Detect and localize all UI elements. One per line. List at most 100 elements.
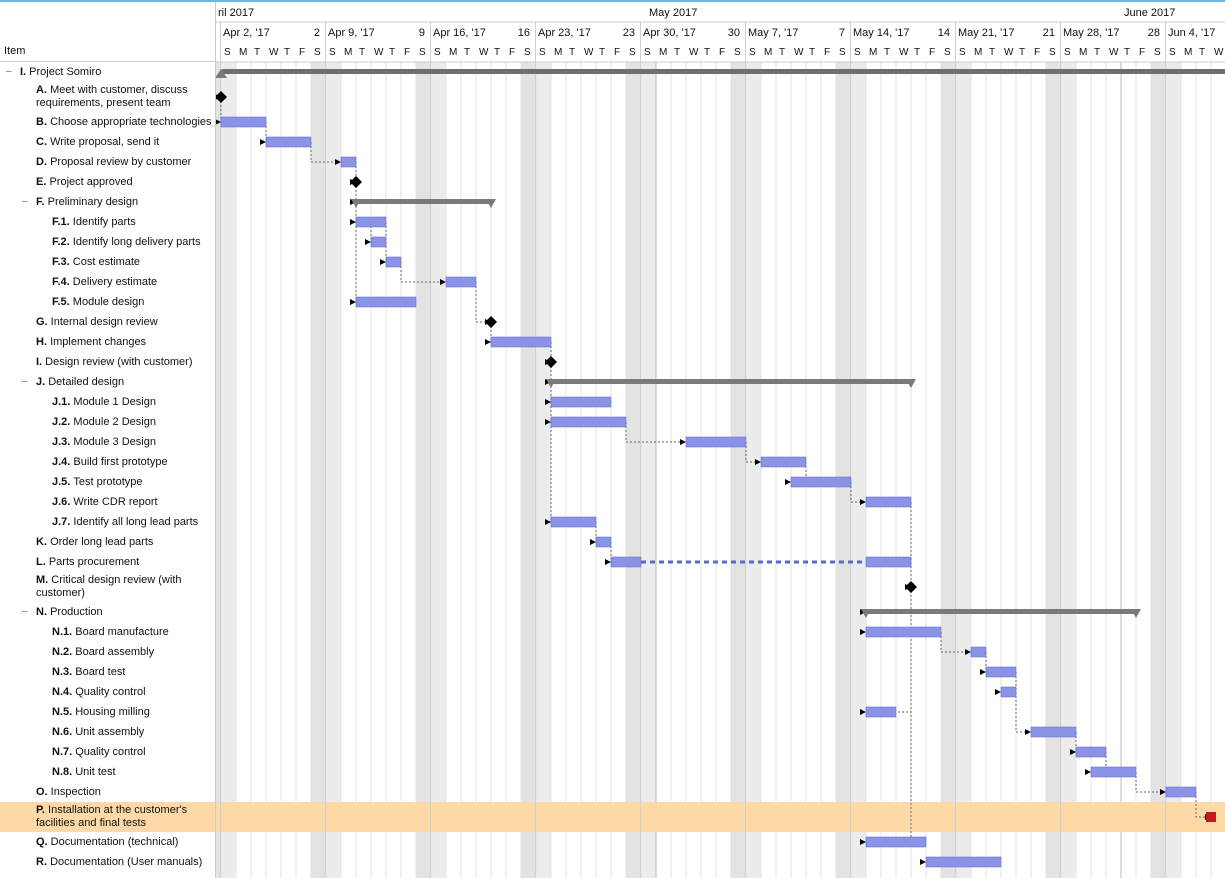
day-letter: F — [1034, 47, 1040, 58]
task-row[interactable]: F.3. Cost estimate — [0, 252, 215, 272]
week-number: 9 — [419, 27, 425, 39]
task-row[interactable]: A. Meet with customer, discuss requireme… — [0, 82, 215, 112]
week-label: May 21, '17 — [958, 27, 1015, 39]
task-text: Identify parts — [73, 216, 136, 228]
task-label: F.4. Delivery estimate — [52, 276, 157, 288]
task-row[interactable]: J.5. Test prototype — [0, 472, 215, 492]
task-row[interactable]: N.1. Board manufacture — [0, 622, 215, 642]
week-number: 30 — [728, 27, 740, 39]
task-prefix: J.1. — [52, 396, 73, 408]
task-text: Production — [50, 606, 103, 618]
day-letter: S — [524, 47, 531, 58]
task-label: N.3. Board test — [52, 666, 125, 678]
task-row[interactable]: G. Internal design review — [0, 312, 215, 332]
day-letter: M — [554, 47, 562, 58]
day-letter: W — [794, 47, 804, 58]
task-label: J.3. Module 3 Design — [52, 436, 156, 448]
task-row[interactable]: J.1. Module 1 Design — [0, 392, 215, 412]
task-row[interactable]: H. Implement changes — [0, 332, 215, 352]
task-row[interactable]: J.7. Identify all long lead parts — [0, 512, 215, 532]
week-number: 28 — [1148, 27, 1160, 39]
day-letter: T — [1124, 47, 1130, 58]
gantt-bar — [1166, 787, 1196, 797]
day-letter: F — [614, 47, 620, 58]
task-row[interactable]: J.3. Module 3 Design — [0, 432, 215, 452]
task-row[interactable]: Q. Documentation (technical) — [0, 832, 215, 852]
task-label: J. Detailed design — [36, 376, 124, 388]
task-text: Detailed design — [48, 376, 124, 388]
day-letter: S — [839, 47, 846, 58]
week-number: 21 — [1043, 27, 1055, 39]
task-row[interactable]: N.4. Quality control — [0, 682, 215, 702]
day-letter: S — [944, 47, 951, 58]
gantt-bar — [596, 537, 611, 547]
task-prefix: E. — [36, 176, 49, 188]
task-prefix: N.2. — [52, 646, 75, 658]
day-letter: F — [509, 47, 515, 58]
task-row[interactable]: D. Proposal review by customer — [0, 152, 215, 172]
task-row[interactable]: F.1. Identify parts — [0, 212, 215, 232]
task-row[interactable]: J.4. Build first prototype — [0, 452, 215, 472]
gantt-bar — [686, 437, 746, 447]
task-list-header[interactable]: Item — [0, 2, 215, 62]
task-row[interactable]: M. Critical design review (with customer… — [0, 572, 215, 602]
task-row[interactable]: –F. Preliminary design — [0, 192, 215, 212]
task-prefix: D. — [36, 156, 50, 168]
collapse-toggle-icon[interactable]: – — [6, 66, 20, 77]
day-letter: S — [224, 47, 231, 58]
task-row[interactable]: P. Installation at the customer's facili… — [0, 802, 215, 832]
task-prefix: J.2. — [52, 416, 73, 428]
day-letter: W — [899, 47, 909, 58]
task-text: Build first prototype — [73, 456, 167, 468]
task-row[interactable]: F.2. Identify long delivery parts — [0, 232, 215, 252]
task-row[interactable]: R. Documentation (User manuals) — [0, 852, 215, 872]
day-letter: T — [779, 47, 785, 58]
task-prefix: J. — [36, 376, 48, 388]
day-letter: T — [464, 47, 470, 58]
task-text: Implement changes — [50, 336, 146, 348]
task-row[interactable]: I. Design review (with customer) — [0, 352, 215, 372]
task-row[interactable]: F.4. Delivery estimate — [0, 272, 215, 292]
task-row[interactable]: –N. Production — [0, 602, 215, 622]
task-row[interactable]: N.5. Housing milling — [0, 702, 215, 722]
collapse-toggle-icon[interactable]: – — [22, 196, 36, 207]
task-row[interactable]: N.7. Quality control — [0, 742, 215, 762]
collapse-toggle-icon[interactable]: – — [22, 606, 36, 617]
gantt-timeline-panel[interactable]: ril 2017May 2017June 2017Apr 2, '172SMTW… — [216, 2, 1225, 878]
task-row[interactable]: N.8. Unit test — [0, 762, 215, 782]
task-row[interactable]: –I. Project Somiro — [0, 62, 215, 82]
task-label: E. Project approved — [36, 176, 133, 188]
day-letter: W — [689, 47, 699, 58]
collapse-toggle-icon[interactable]: – — [22, 376, 36, 387]
task-row[interactable]: C. Write proposal, send it — [0, 132, 215, 152]
task-label: F. Preliminary design — [36, 196, 138, 208]
day-letter: M — [1079, 47, 1087, 58]
task-row[interactable]: J.6. Write CDR report — [0, 492, 215, 512]
task-prefix: I. — [36, 356, 45, 368]
gantt-bar — [356, 297, 416, 307]
task-row[interactable]: N.3. Board test — [0, 662, 215, 682]
day-letter: F — [824, 47, 830, 58]
task-row[interactable]: K. Order long lead parts — [0, 532, 215, 552]
task-row[interactable]: F.5. Module design — [0, 292, 215, 312]
task-row[interactable]: J.2. Module 2 Design — [0, 412, 215, 432]
day-letter: W — [374, 47, 384, 58]
gantt-svg: ril 2017May 2017June 2017Apr 2, '172SMTW… — [216, 2, 1225, 878]
task-row[interactable]: –J. Detailed design — [0, 372, 215, 392]
gantt-bar — [386, 257, 401, 267]
task-label: L. Parts procurement — [36, 556, 139, 568]
task-prefix: F.2. — [52, 236, 73, 248]
task-row[interactable]: O. Inspection — [0, 782, 215, 802]
task-label: J.2. Module 2 Design — [52, 416, 156, 428]
task-prefix: F.4. — [52, 276, 73, 288]
task-row[interactable]: L. Parts procurement — [0, 552, 215, 572]
task-text: Unit assembly — [75, 726, 144, 738]
task-text: Test prototype — [73, 476, 142, 488]
task-tree: –I. Project SomiroA. Meet with customer,… — [0, 62, 215, 872]
task-row[interactable]: N.2. Board assembly — [0, 642, 215, 662]
task-row[interactable]: E. Project approved — [0, 172, 215, 192]
month-label: June 2017 — [1124, 7, 1175, 19]
task-row[interactable]: B. Choose appropriate technologies — [0, 112, 215, 132]
task-row[interactable]: N.6. Unit assembly — [0, 722, 215, 742]
day-letter: S — [959, 47, 966, 58]
